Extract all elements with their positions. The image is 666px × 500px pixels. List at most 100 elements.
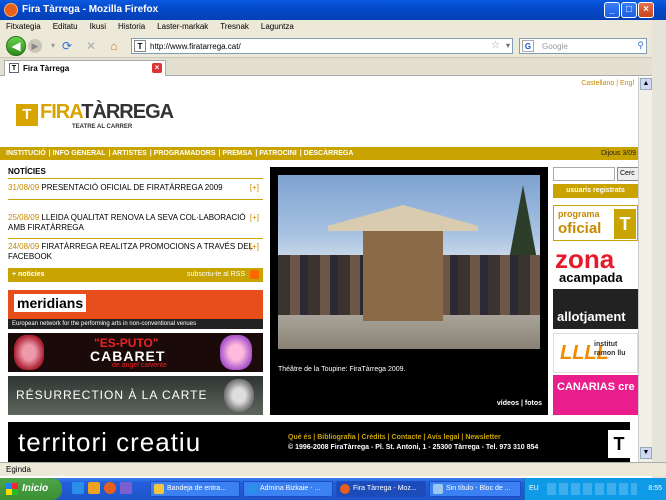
nav-descarrega[interactable]: DESCÀRREGA [304,150,354,157]
nav-toolbar: ◀ ▶ ▾ ⟳ ✕ ⌂ T http://www.firatarrega.cat… [0,34,666,58]
footer-slogan: territori creatiu [18,427,202,457]
ie-icon[interactable] [72,482,84,494]
menu-help[interactable]: Laguntza [261,20,294,34]
news-heading: NOTÍCIES [8,167,46,176]
more-news-link[interactable]: + notícies [12,271,44,278]
media-links[interactable]: vídeos | fotos [497,400,542,407]
news-more-link[interactable]: [+] [250,183,259,193]
site-search-input[interactable] [553,167,615,181]
news-more-link[interactable]: [+] [250,213,259,223]
start-button[interactable]: Inicio [0,478,62,500]
banner-programa-oficial[interactable]: programa oficial T [553,205,638,241]
task-label: Sin título - Bloc de ... [446,485,511,492]
parasol-shape [328,205,478,231]
menu-file[interactable]: Fitxategia [6,20,41,34]
news-item[interactable]: 24/08/09 FIRATÀRREGA REALITZA PROMOCIONS… [8,242,263,262]
nav-institucio[interactable]: INSTITUCIÓ [6,150,46,157]
logo-t-icon: T [614,209,636,239]
ie-icon [247,484,257,494]
forward-button[interactable]: ▶ [28,39,42,53]
notepad-icon [433,484,443,494]
menu-edit[interactable]: Editatu [53,20,78,34]
banner-allotjament[interactable]: allotjament [553,289,638,329]
firefox-icon[interactable] [104,482,116,494]
nav-premsa[interactable]: PREMSA [222,150,252,157]
windows-flag-icon [6,483,18,495]
cabaret-author: de àngel calvente [112,362,167,369]
url-dropdown-icon[interactable]: ▾ [506,41,510,50]
news-text[interactable]: LLEIDA QUALITAT RENOVA LA SEVA COL·LABOR… [8,213,246,232]
news-more-link[interactable]: [+] [250,242,259,252]
bookmark-star-icon[interactable]: ☆ [491,40,500,51]
home-icon[interactable]: ⌂ [107,39,121,53]
logo-t-icon[interactable]: T [608,430,630,458]
search-bar[interactable]: G Google ⚲ [519,38,647,54]
rss-link[interactable]: subscriu-te al RSS [187,271,245,278]
news-text[interactable]: PRESENTACIÓ OFICIAL DE FIRATÀRREGA 2009 [41,183,222,192]
news-date: 24/08/09 [8,242,40,251]
url-bar[interactable]: T http://www.firatarrega.cat/ ☆ ▾ [131,38,513,54]
close-button[interactable]: × [638,2,654,18]
banner-cabaret[interactable]: "ES-PUTO" CABARET de àngel calvente [8,333,263,372]
nav-programadors[interactable]: PROGRAMADORS [154,150,216,157]
scroll-up-icon[interactable]: ▲ [640,78,652,90]
google-icon[interactable]: G [522,40,534,52]
app-icon[interactable] [120,482,132,494]
reload-icon[interactable]: ⟳ [60,39,74,53]
menu-bookmarks[interactable]: Laster-markak [157,20,208,34]
window-title: Fira Tàrrega - Mozilla Firefox [22,4,159,15]
stop-icon[interactable]: ✕ [84,39,98,53]
banner-resurrection[interactable]: RÉSURRECTION À LA CARTE [8,376,263,415]
banner-zona-acampada[interactable]: zona acampada [553,246,638,286]
featured-photo[interactable] [278,175,540,349]
news-item[interactable]: 31/08/09 PRESENTACIÓ OFICIAL DE FIRATÀRR… [8,183,263,193]
minimize-button[interactable]: _ [604,2,620,18]
nav-patrocini[interactable]: PATROCINI [259,150,296,157]
nav-artistes[interactable]: ARTISTES [112,150,147,157]
news-text[interactable]: FIRATÀRREGA REALITZA PROMOCIONS A TRAVÉS… [8,242,253,261]
dropdown-icon[interactable]: ▾ [46,39,60,53]
banner-meridians[interactable]: meridians European network for the perfo… [8,290,263,329]
tab-close-icon[interactable]: × [152,63,162,73]
task-firefox[interactable]: Fira Tàrrega - Moz... [336,481,426,497]
menu-tools[interactable]: Tresnak [220,20,249,34]
url-text[interactable]: http://www.firatarrega.cat/ [150,42,241,51]
maximize-button[interactable]: □ [621,2,637,18]
site-logo[interactable]: FIRATÀRREGA [40,101,174,124]
task-notepad[interactable]: Sin título - Bloc de ... [429,481,521,497]
logo-tarrega: TÀRREGA [81,101,174,123]
back-button[interactable]: ◀ [6,36,26,56]
carousel-shape [363,231,443,321]
rss-icon[interactable] [250,270,259,279]
scroll-down-icon[interactable]: ▼ [640,447,652,459]
news-item[interactable]: 25/08/09 LLEIDA QUALITAT RENOVA LA SEVA … [8,213,263,233]
task-admina[interactable]: Admina Bizkaie - ... [243,481,333,497]
registered-users-button[interactable]: usuaris registrats [553,184,638,198]
menu-view[interactable]: Ikusi [90,20,106,34]
task-outlook[interactable]: Bandeja de entra... [150,481,240,497]
menu-history[interactable]: Historia [118,20,145,34]
banner-ramon-llull[interactable]: LLLL institut ramon llu [553,333,638,373]
meridians-tagline: European network for the performing arts… [8,319,263,329]
footer-links[interactable]: Què és | Bibliografia | Crèdits | Contac… [288,434,501,441]
performer-image [14,335,44,370]
folder-icon[interactable] [88,482,100,494]
task-label: Fira Tàrrega - Moz... [353,485,417,492]
language-links[interactable]: Castellano | Engl [581,80,634,87]
vertical-scrollbar[interactable]: ▲ ▼ [638,77,652,462]
mail-icon [154,484,164,494]
logo-subtitle: TEATRE AL CARRER [72,124,133,130]
tab-fira-tarrega[interactable]: T Fira Tàrrega × [4,60,166,76]
magnifier-icon[interactable]: ⚲ [637,40,644,51]
language-indicator[interactable]: EU [529,485,539,492]
banner-text: CANARIAS cre [557,381,635,393]
divider [8,199,263,200]
site-search-button[interactable]: Cerc [617,167,638,181]
performer-image [220,335,252,370]
firefox-icon [4,3,18,17]
window-edge [652,20,666,482]
banner-canarias[interactable]: CANARIAS cre [553,375,638,415]
tray-icons[interactable] [547,483,637,495]
logo-t-icon[interactable]: T [16,104,38,126]
nav-info-general[interactable]: INFO GENERAL [53,150,106,157]
